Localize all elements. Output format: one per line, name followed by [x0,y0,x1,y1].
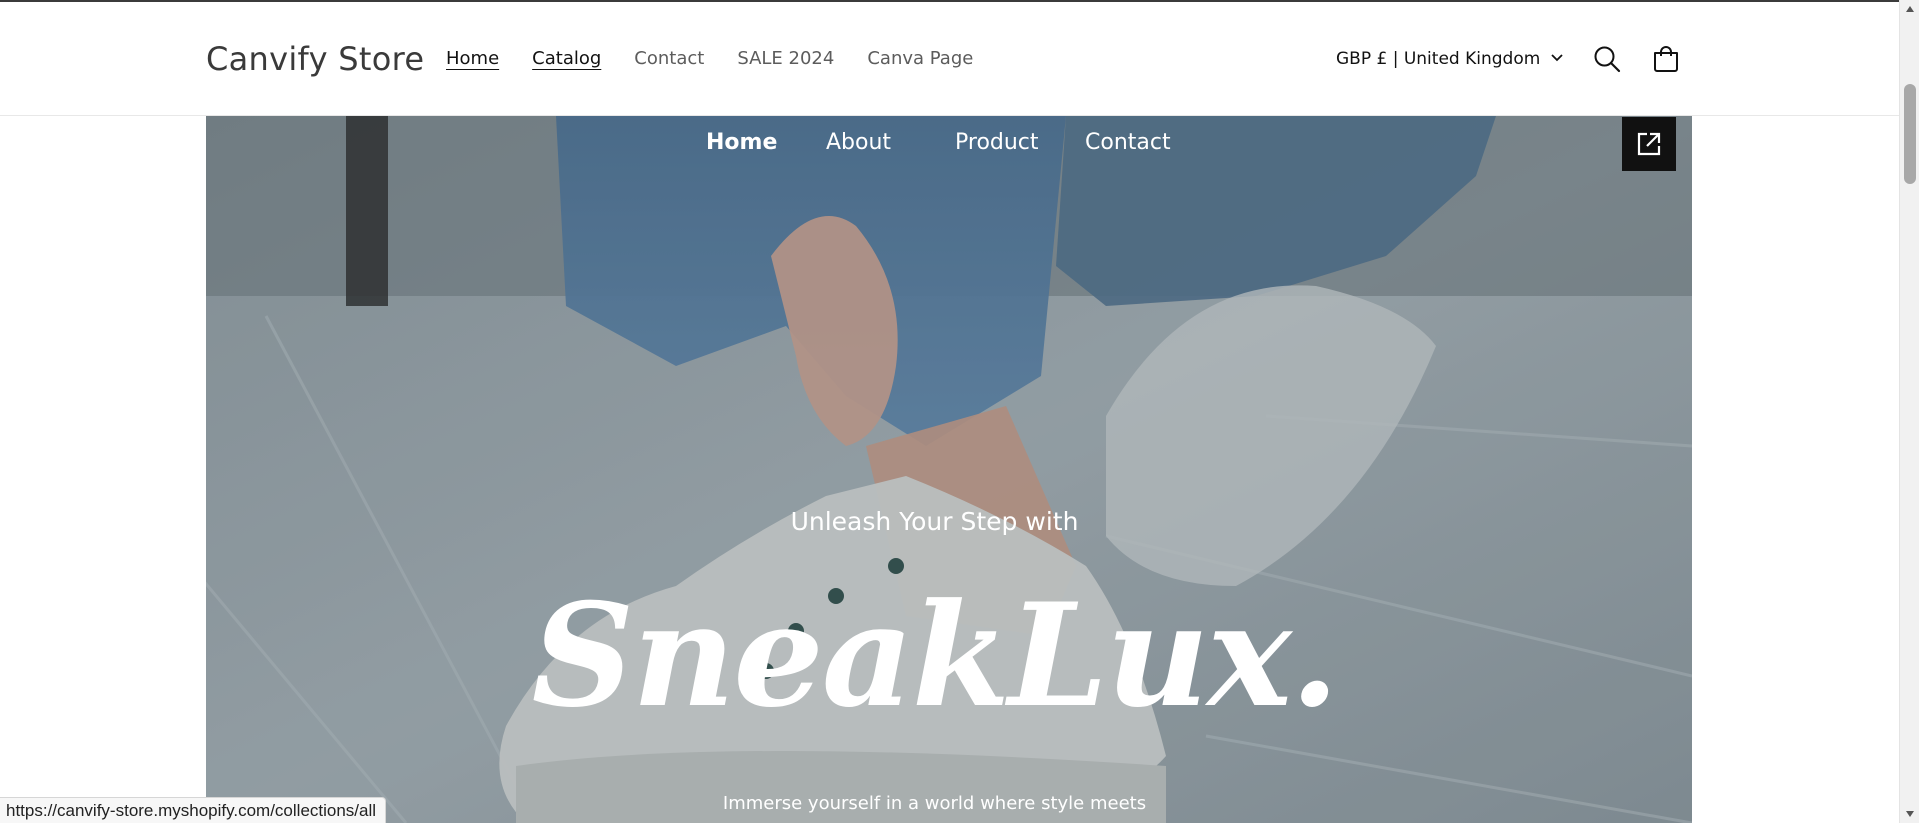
chevron-down-icon [1550,49,1564,69]
store-logo[interactable]: Canvify Store [206,40,424,78]
locale-label: GBP £ | United Kingdom [1336,49,1541,69]
hero-nav-product-link[interactable]: Product [955,130,1039,155]
hero-nav-about-link[interactable]: About [826,130,891,155]
cart-icon[interactable] [1649,42,1683,76]
hero-brand-title: SneakLux. [531,573,1340,739]
search-icon[interactable] [1590,42,1624,76]
nav-catalog-link[interactable]: Catalog [532,48,601,69]
nav-sale-link[interactable]: SALE 2024 [737,48,834,69]
hero-nav: Home About Product Contact [0,130,1899,160]
page-scrollbar[interactable] [1899,0,1919,823]
hero-nav-home-link[interactable]: Home [706,130,777,155]
page: Canvify Store Home Catalog Contact SALE … [0,0,1899,823]
main-nav: Home Catalog Contact SALE 2024 Canva Pag… [446,48,973,69]
link-status-url: https://canvify-store.myshopify.com/coll… [0,797,387,823]
scroll-up-arrow-icon[interactable] [1900,0,1919,18]
scroll-down-arrow-icon[interactable] [1900,805,1919,823]
scrollbar-thumb[interactable] [1904,84,1916,184]
nav-canva-page-link[interactable]: Canva Page [867,48,973,69]
nav-home-link[interactable]: Home [446,48,499,69]
hero-tagline: Unleash Your Step with [790,507,1079,536]
site-header: Canvify Store Home Catalog Contact SALE … [0,0,1899,116]
hero-nav-contact-link[interactable]: Contact [1085,130,1171,155]
nav-contact-link[interactable]: Contact [634,48,704,69]
country-currency-selector[interactable]: GBP £ | United Kingdom [1336,49,1564,69]
